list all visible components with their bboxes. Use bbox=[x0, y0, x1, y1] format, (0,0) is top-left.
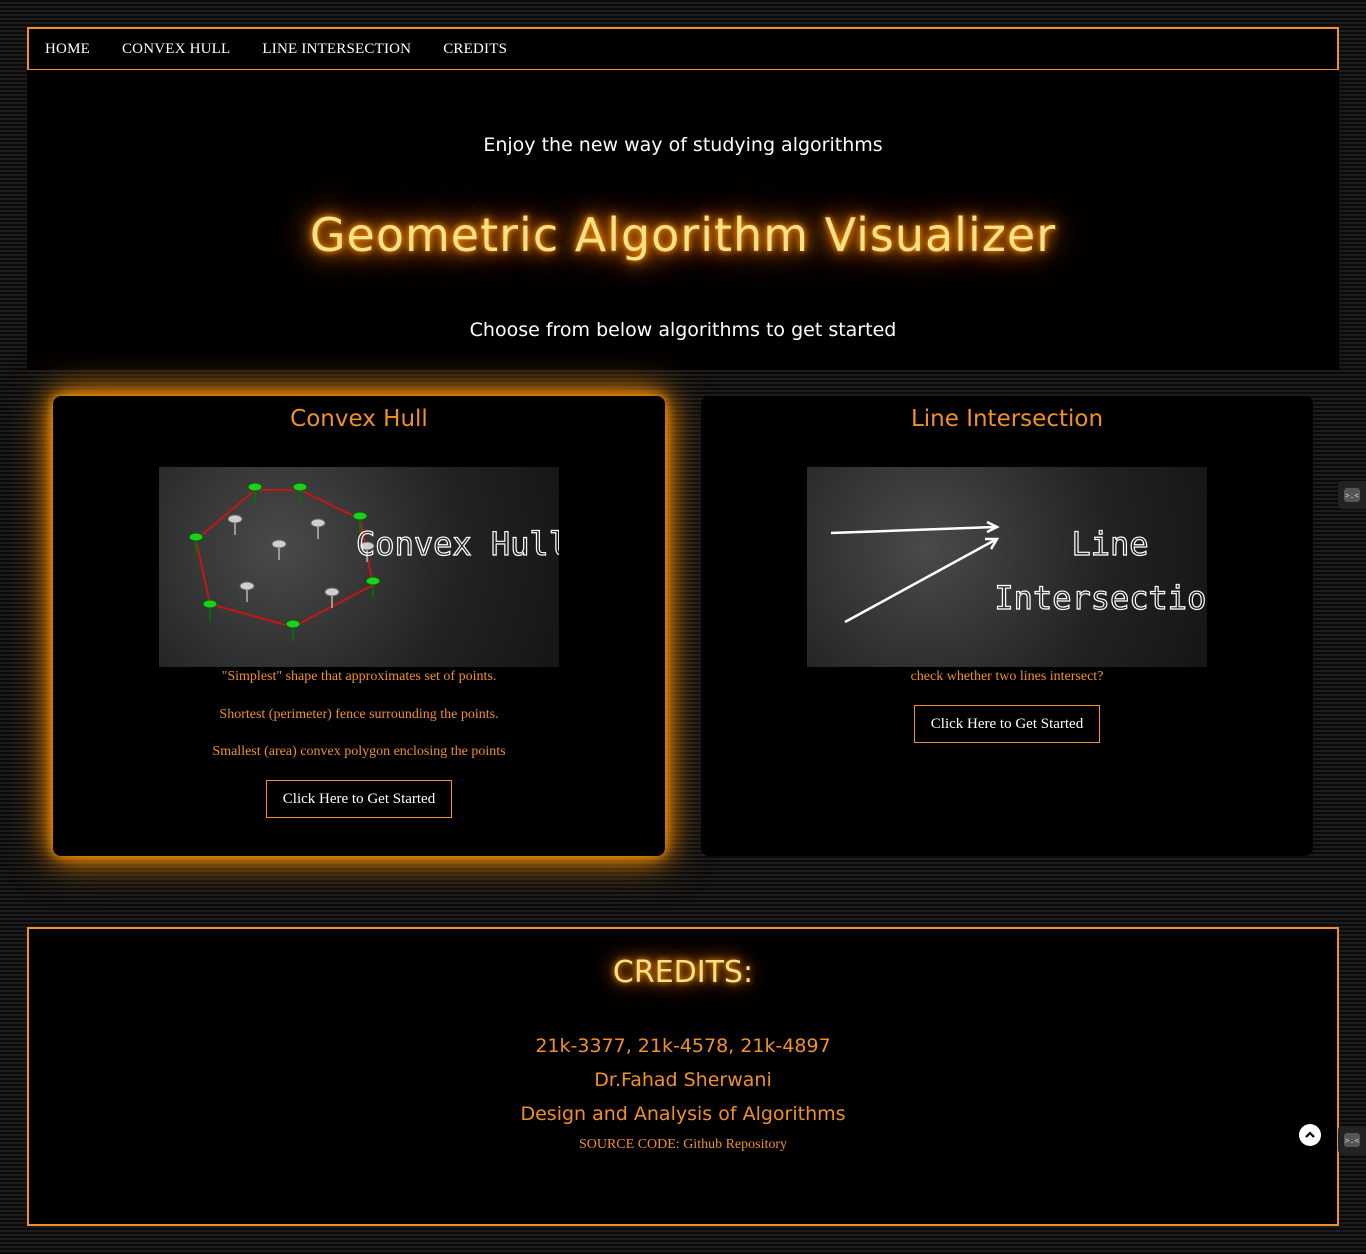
credits-instructor: Dr.Fahad Sherwani bbox=[594, 1069, 772, 1091]
credits-section: CREDITS: 21k-3377, 21k-4578, 21k-4897 Dr… bbox=[27, 927, 1339, 1226]
nav-credits-link[interactable]: CREDITS bbox=[443, 41, 507, 58]
side-widget-tab-lower[interactable]: >.< bbox=[1338, 1126, 1366, 1154]
side-widget-tab[interactable]: >.< bbox=[1338, 481, 1366, 509]
scroll-to-top-button[interactable] bbox=[1299, 1124, 1321, 1146]
line-intersection-get-started-button[interactable]: Click Here to Get Started bbox=[914, 705, 1100, 743]
line-intersection-illustration: Line Intersection bbox=[830, 520, 1207, 624]
svg-text:>.<: >.< bbox=[1345, 491, 1360, 500]
credits-heading: CREDITS: bbox=[612, 955, 754, 990]
line-intersection-image-caption-1: Line bbox=[1071, 525, 1148, 563]
convex-hull-card-title: Convex Hull bbox=[290, 406, 428, 432]
top-navbar: HOME CONVEX HULL LINE INTERSECTION CREDI… bbox=[27, 27, 1339, 71]
source-code-link[interactable]: SOURCE CODE: Github Repository bbox=[29, 1137, 1337, 1153]
chevron-up-icon bbox=[1305, 1131, 1315, 1138]
convex-hull-get-started-button[interactable]: Click Here to Get Started bbox=[266, 780, 452, 818]
convex-hull-image-caption: Convex Hull bbox=[356, 525, 559, 563]
convex-hull-card[interactable]: Convex Hull Convex Hull "Simplest" shape… bbox=[53, 396, 665, 856]
convex-hull-illustration: Convex Hull bbox=[188, 482, 559, 641]
hero-tagline: Enjoy the new way of studying algorithms bbox=[483, 134, 883, 156]
convex-hull-desc-2: Shortest (perimeter) fence surrounding t… bbox=[219, 707, 499, 722]
line-intersection-thumbnail: Line Intersection bbox=[807, 467, 1207, 667]
credits-student-ids: 21k-3377, 21k-4578, 21k-4897 bbox=[535, 1035, 831, 1057]
nav-home-link[interactable]: HOME bbox=[45, 41, 90, 58]
extension-icon: >.< bbox=[1344, 1133, 1360, 1147]
hero-subtitle: Choose from below algorithms to get star… bbox=[469, 319, 897, 341]
nav-line-intersection-link[interactable]: LINE INTERSECTION bbox=[262, 41, 411, 58]
hero-section: Enjoy the new way of studying algorithms… bbox=[27, 70, 1339, 370]
line-intersection-image-caption-2: Intersection bbox=[994, 579, 1207, 617]
line-intersection-card[interactable]: Line Intersection Line Intersection chec… bbox=[701, 396, 1313, 856]
convex-hull-desc-3: Smallest (area) convex polygon enclosing… bbox=[212, 744, 506, 759]
line-intersection-desc-1: check whether two lines intersect? bbox=[910, 669, 1104, 684]
line-intersection-card-title: Line Intersection bbox=[910, 406, 1104, 432]
convex-hull-desc-1: "Simplest" shape that approximates set o… bbox=[221, 669, 497, 684]
credits-course: Design and Analysis of Algorithms bbox=[520, 1103, 846, 1125]
page-title: Geometric Algorithm Visualizer bbox=[309, 208, 1057, 262]
extension-icon: >.< bbox=[1344, 488, 1360, 502]
svg-text:>.<: >.< bbox=[1345, 1136, 1360, 1145]
nav-convex-hull-link[interactable]: CONVEX HULL bbox=[122, 41, 230, 58]
convex-hull-thumbnail: Convex Hull bbox=[159, 467, 559, 667]
